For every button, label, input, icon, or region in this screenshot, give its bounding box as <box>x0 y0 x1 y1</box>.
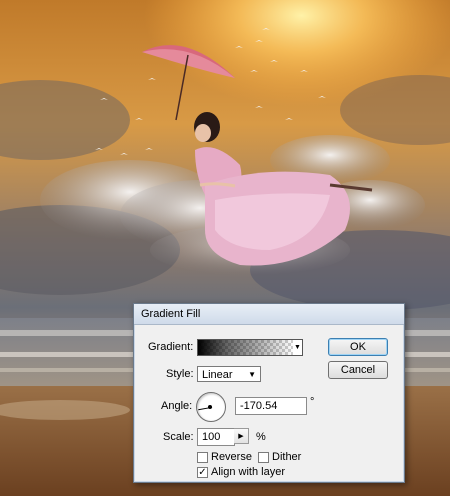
gradient-swatch[interactable] <box>197 339 295 356</box>
scale-label: Scale: <box>163 431 194 443</box>
align-with-layer-checkbox[interactable]: ✓ <box>197 467 208 478</box>
dialog-title: Gradient Fill <box>134 304 404 325</box>
angle-dial[interactable] <box>196 392 226 422</box>
style-label: Style: <box>166 368 194 380</box>
angle-dial-center <box>208 405 212 409</box>
reverse-label: Reverse <box>211 451 252 463</box>
cancel-button[interactable]: Cancel <box>328 361 388 379</box>
scale-slider-button[interactable]: ▶ <box>234 428 249 444</box>
check-icon: ✓ <box>198 467 207 478</box>
gradient-fill-dialog: Gradient Fill Gradient: ▼ Style: Linear … <box>133 303 405 483</box>
degree-symbol: ° <box>310 396 315 408</box>
reverse-checkbox[interactable] <box>197 452 208 463</box>
gradient-label: Gradient: <box>148 341 194 353</box>
style-select[interactable]: Linear ▼ <box>197 366 261 382</box>
scale-input[interactable]: 100 <box>197 428 235 446</box>
dither-label: Dither <box>272 451 302 463</box>
angle-label: Angle: <box>161 400 193 412</box>
gradient-picker-button[interactable]: ▼ <box>293 339 303 356</box>
chevron-down-icon: ▼ <box>248 370 256 379</box>
chevron-right-icon: ▶ <box>238 433 244 440</box>
ok-button[interactable]: OK <box>328 338 388 356</box>
dither-checkbox[interactable] <box>258 452 269 463</box>
align-with-layer-label: Align with layer <box>211 466 285 478</box>
angle-input[interactable]: -170.54 <box>235 397 307 415</box>
scale-unit: % <box>256 431 266 443</box>
chevron-down-icon: ▼ <box>294 344 301 351</box>
style-select-value: Linear <box>202 369 233 381</box>
